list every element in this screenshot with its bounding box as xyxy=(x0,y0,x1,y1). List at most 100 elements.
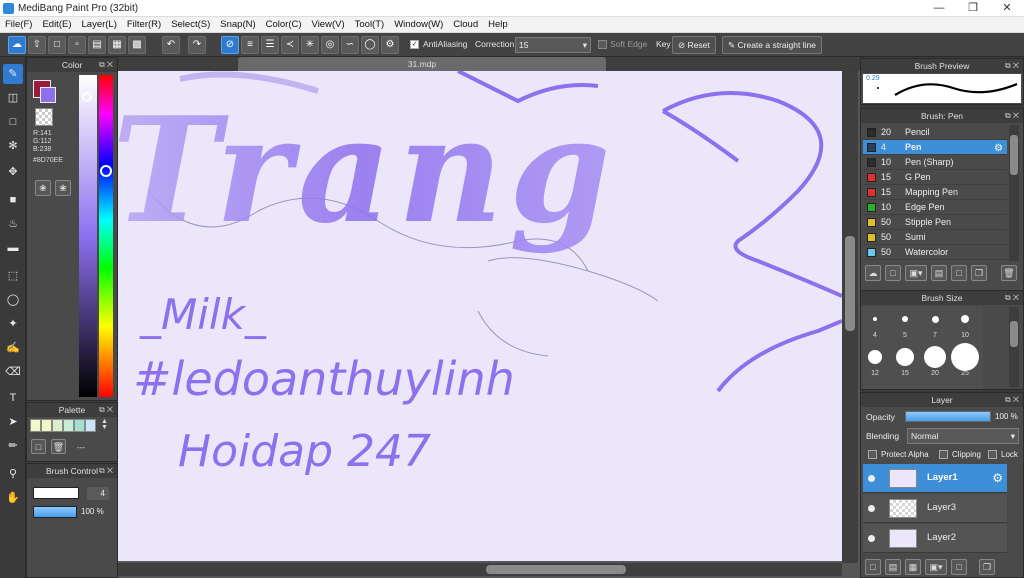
snap-radial-icon[interactable]: ✳ xyxy=(301,36,319,54)
vertical-scroll-thumb[interactable] xyxy=(845,236,855,331)
straight-line-button[interactable]: ✎ Create a straight line xyxy=(722,36,822,54)
cloud-icon[interactable]: ☁ xyxy=(8,36,26,54)
brush-add-icon[interactable]: ▣▾ xyxy=(905,265,927,281)
hue-slider[interactable] xyxy=(99,75,113,397)
brush-opacity-bar[interactable] xyxy=(33,506,77,518)
brush-size-scroll-thumb[interactable] xyxy=(1010,321,1018,347)
brush-size-dot[interactable] xyxy=(924,346,946,368)
antialiasing-checkbox[interactable]: ✓ xyxy=(410,40,419,49)
palette-swatch[interactable] xyxy=(30,419,41,432)
brush-item-pen[interactable]: 4 Pen ⚙ xyxy=(863,140,1007,155)
dot-brush-tool-icon[interactable]: ✻ xyxy=(3,136,23,156)
brush-item-watercolor[interactable]: 50 Watercolor xyxy=(863,245,1007,260)
clipping-checkbox[interactable] xyxy=(939,450,948,459)
palette-swatch[interactable] xyxy=(52,419,63,432)
select-tool-icon[interactable]: ⬚ xyxy=(3,266,23,286)
layer-row[interactable]: Layer1 ⚙ xyxy=(863,464,1007,493)
text-tool-icon[interactable]: T xyxy=(3,388,23,408)
snap-settings-icon[interactable]: ⚙ xyxy=(381,36,399,54)
brush-item-g-pen[interactable]: 15 G Pen xyxy=(863,170,1007,185)
gear-icon[interactable]: ⚙ xyxy=(994,141,1003,156)
visibility-icon[interactable] xyxy=(868,535,875,542)
snap-ellipse-icon[interactable]: ◯ xyxy=(361,36,379,54)
panel-menu-icon[interactable]: ⧉ ✕ xyxy=(99,403,113,417)
brightness-handle[interactable] xyxy=(82,92,92,102)
menu-color[interactable]: Color(C) xyxy=(261,17,307,33)
horizontal-scroll-thumb[interactable] xyxy=(486,565,626,574)
palette-scroll-icon[interactable]: ▲ ▼ xyxy=(101,418,108,431)
hand-tool-icon[interactable]: ✋ xyxy=(3,488,23,508)
brush-size-dot[interactable] xyxy=(931,315,939,323)
rectangle-tool-icon[interactable]: □ xyxy=(3,112,23,132)
menu-edit[interactable]: Edit(E) xyxy=(37,17,76,33)
visibility-icon[interactable] xyxy=(868,475,875,482)
brush-list-scrollbar[interactable] xyxy=(1009,125,1019,261)
brush-size-dot[interactable] xyxy=(868,350,882,364)
brush-item-pen-sharp[interactable]: 10 Pen (Sharp) xyxy=(863,155,1007,170)
brush-size-bar[interactable] xyxy=(33,487,79,499)
menu-help[interactable]: Help xyxy=(483,17,513,33)
brush-size-dot[interactable] xyxy=(961,315,969,323)
eyedropper-tool-icon[interactable]: ⚲ xyxy=(3,464,23,484)
upload-icon[interactable]: ⇧ xyxy=(28,36,46,54)
snap-off-icon[interactable]: ⊘ xyxy=(221,36,239,54)
panel-icon[interactable]: ▦ xyxy=(108,36,126,54)
brush-item-edge-pen[interactable]: 10 Edge Pen xyxy=(863,200,1007,215)
menu-snap[interactable]: Snap(N) xyxy=(215,17,260,33)
visibility-icon[interactable] xyxy=(868,505,875,512)
palette-swatch[interactable] xyxy=(41,419,52,432)
eraser-tool-icon[interactable]: ◫ xyxy=(3,88,23,108)
brush-size-scrollbar[interactable] xyxy=(1009,307,1019,387)
palette-swatch[interactable] xyxy=(85,419,96,432)
brush-size-dot[interactable] xyxy=(873,317,877,321)
layer-row[interactable]: Layer3 xyxy=(863,494,1007,523)
brush-item-mapping-pen[interactable]: 15 Mapping Pen xyxy=(863,185,1007,200)
protect-alpha-checkbox[interactable] xyxy=(868,450,877,459)
select-pen-tool-icon[interactable]: ✍ xyxy=(3,338,23,358)
brush-delete-icon[interactable]: 🗑 xyxy=(1001,265,1017,281)
drawing-canvas[interactable]: Trang _Milk_ #ledoanthuylinh Hoidap 247 xyxy=(118,71,842,561)
brush-cloud-icon[interactable]: ☁ xyxy=(865,265,881,281)
panel-menu-icon[interactable]: ⧉ ✕ xyxy=(1005,393,1019,407)
brush-duplicate-icon[interactable]: ❐ xyxy=(971,265,987,281)
page-icon[interactable]: ▤ xyxy=(88,36,106,54)
panel-menu-icon[interactable]: ⧉ ✕ xyxy=(1005,109,1019,123)
divide-tool-icon[interactable]: ✏ xyxy=(3,436,23,456)
maximize-button[interactable]: ❐ xyxy=(956,0,990,17)
transparent-swatch[interactable] xyxy=(35,108,53,126)
select-eraser-tool-icon[interactable]: ⌫ xyxy=(3,362,23,382)
panel-menu-icon[interactable]: ⧉ ✕ xyxy=(99,58,113,72)
gradient-tool-icon[interactable]: ▬ xyxy=(3,238,23,258)
comment-icon[interactable]: □ xyxy=(48,36,66,54)
palette-swatch[interactable] xyxy=(63,419,74,432)
hue-handle[interactable] xyxy=(100,165,112,177)
undo-icon[interactable]: ↶ xyxy=(162,36,180,54)
menu-tool[interactable]: Tool(T) xyxy=(350,17,390,33)
snap-curve-icon[interactable]: ∽ xyxy=(341,36,359,54)
close-button[interactable]: ✕ xyxy=(990,0,1024,17)
menu-cloud[interactable]: Cloud xyxy=(448,17,483,33)
redo-icon[interactable]: ↷ xyxy=(188,36,206,54)
brush-size-dot[interactable] xyxy=(896,348,914,366)
layer-duplicate-icon[interactable]: ❐ xyxy=(979,559,995,575)
soft-edge-checkbox[interactable] xyxy=(598,40,607,49)
bucket-tool-icon[interactable]: ♨ xyxy=(3,214,23,234)
layer-folder-icon[interactable]: □ xyxy=(951,559,967,575)
palette-new-icon[interactable]: □ xyxy=(31,439,46,454)
brush-folder-icon[interactable]: □ xyxy=(951,265,967,281)
operation-tool-icon[interactable]: ➤ xyxy=(3,412,23,432)
brush-list-scroll-thumb[interactable] xyxy=(1010,135,1018,175)
palette-add-icon[interactable]: ❀ xyxy=(35,180,51,196)
menu-file[interactable]: File(F) xyxy=(0,17,37,33)
menu-layer[interactable]: Layer(L) xyxy=(77,17,122,33)
magic-wand-tool-icon[interactable]: ✦ xyxy=(3,314,23,334)
snap-parallel-icon[interactable]: ≡ xyxy=(241,36,259,54)
brush-copy-icon[interactable]: ▤ xyxy=(931,265,947,281)
brush-size-dot[interactable] xyxy=(951,343,979,371)
fill-rect-tool-icon[interactable]: ■ xyxy=(3,190,23,210)
grid-icon[interactable]: ▩ xyxy=(128,36,146,54)
gear-icon[interactable]: ⚙ xyxy=(992,471,1003,485)
brush-size-dot[interactable] xyxy=(902,316,908,322)
brush-item-sumi[interactable]: 50 Sumi xyxy=(863,230,1007,245)
brush-new-icon[interactable]: □ xyxy=(885,265,901,281)
